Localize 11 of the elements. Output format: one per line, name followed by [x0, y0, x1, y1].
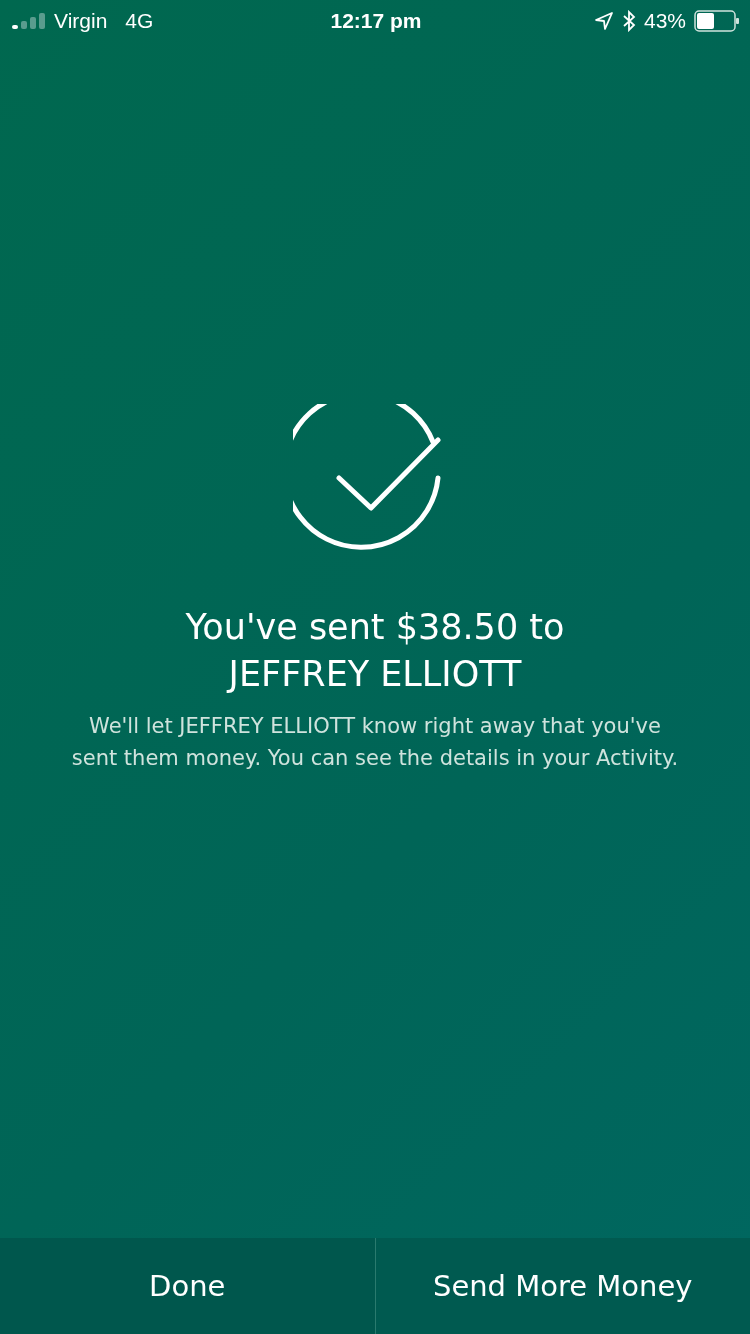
location-arrow-icon — [593, 11, 614, 31]
confirmation-title: You've sent $38.50 to JEFFREY ELLIOTT — [184, 606, 566, 696]
done-button[interactable]: Done — [0, 1238, 375, 1334]
battery-percentage: 43% — [643, 9, 686, 33]
battery-icon — [694, 10, 740, 32]
network-type: 4G — [125, 9, 154, 33]
clock-time: 12:17 pm — [330, 9, 422, 33]
bluetooth-icon — [621, 10, 636, 32]
carrier-name: Virgin — [54, 9, 108, 33]
confirmation-message: We'll let JEFFREY ELLIOTT know right away that you've sent them money. You can see the details in your Activity. — [70, 713, 680, 772]
signal-icon — [12, 13, 46, 29]
